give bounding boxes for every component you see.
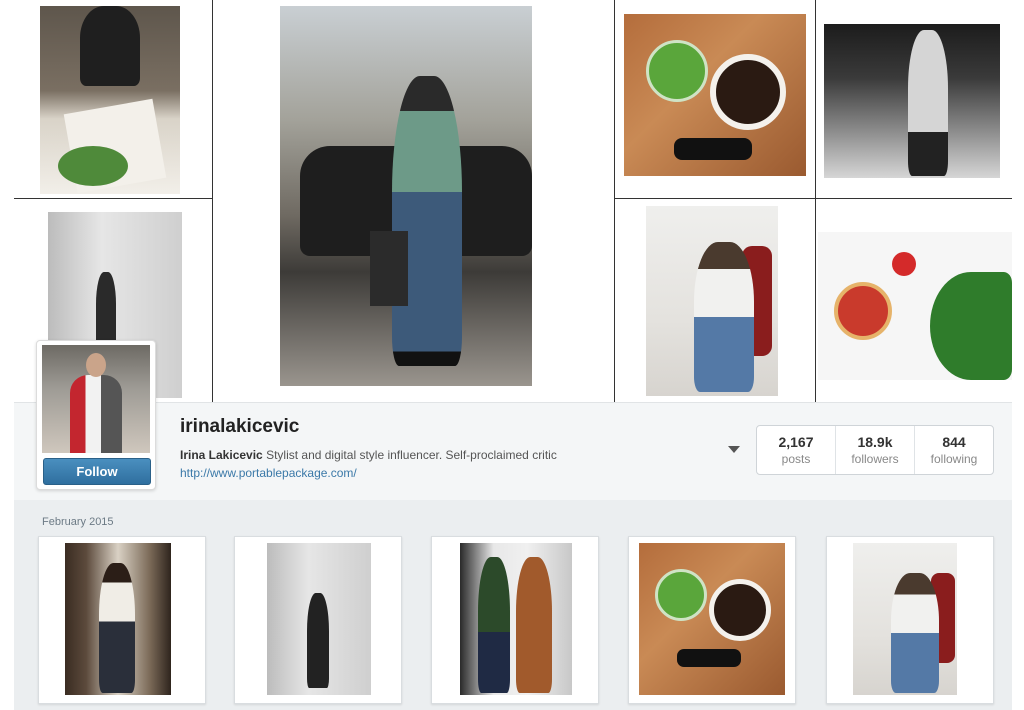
feed-photo-wall [267, 543, 371, 695]
feed-thumbnail[interactable] [628, 536, 796, 704]
profile-bio: Irina Lakicevic Stylist and digital styl… [180, 448, 557, 462]
profile-bio-text: Stylist and digital style influencer. Se… [266, 448, 557, 462]
stat-posts-value: 2,167 [778, 434, 814, 450]
model-figure-right [516, 557, 552, 693]
feed-photo-chair [853, 543, 957, 695]
grid-divider [614, 198, 1012, 199]
model-figure-left [478, 557, 510, 693]
juice-glass-shape [646, 40, 708, 102]
stat-following[interactable]: 844 following [915, 426, 993, 474]
cover-photo-street-style[interactable] [280, 6, 532, 386]
avatar-figure-shape [70, 375, 122, 453]
grid-divider [14, 198, 212, 199]
cover-photo-runway[interactable] [824, 24, 1000, 178]
stat-posts-label: posts [781, 452, 811, 466]
bag-shape [370, 231, 408, 306]
grid-divider [614, 0, 615, 402]
cover-photo-boots[interactable] [40, 6, 180, 194]
coffee-cup-shape [709, 579, 771, 641]
feed-photo-two-models [460, 543, 572, 695]
berry-glass-shape [892, 252, 916, 276]
avatar-head-shape [86, 353, 106, 377]
stat-followers-label: followers [851, 452, 899, 466]
seated-figure [891, 573, 939, 693]
juice-glass-shape [655, 569, 707, 621]
grid-divider [212, 0, 213, 402]
coffee-cup-shape [710, 54, 786, 130]
feed-thumbnail[interactable] [234, 536, 402, 704]
stat-followers-value: 18.9k [857, 434, 893, 450]
profile-stats: 2,167 posts 18.9k followers 844 followin… [756, 425, 994, 475]
feed-photo-elevator-selfie [65, 543, 171, 695]
walking-figure [307, 593, 329, 688]
feed-photo-coffee [639, 543, 785, 695]
profile-username: irinalakicevic [180, 416, 300, 437]
chevron-down-icon[interactable] [728, 446, 740, 453]
seated-figure [694, 242, 754, 392]
feed-thumbnail[interactable] [38, 536, 206, 704]
feed-month-label: February 2015 [42, 516, 114, 528]
cover-photo-coffee[interactable] [624, 14, 806, 176]
cover-photo-tart[interactable] [818, 232, 1012, 380]
stat-followers[interactable]: 18.9k followers [836, 426, 915, 474]
avatar[interactable] [42, 345, 150, 453]
woman-figure [392, 76, 462, 366]
sunglasses-shape [674, 138, 752, 160]
plant-shape [930, 272, 1012, 380]
stat-posts[interactable]: 2,167 posts [757, 426, 836, 474]
model-figure [908, 30, 948, 176]
selfie-figure [99, 563, 135, 693]
plant-shape [58, 146, 128, 186]
sunglasses-shape [677, 649, 741, 667]
profile-full-name: Irina Lakicevic [180, 448, 263, 462]
stat-following-value: 844 [942, 434, 966, 450]
profile-card: Follow [36, 340, 156, 490]
grid-divider [815, 0, 816, 402]
tart-shape [834, 282, 892, 340]
feed-thumbnail[interactable] [826, 536, 994, 704]
boots-shape [80, 6, 140, 86]
profile-website-link[interactable]: http://www.portablepackage.com/ [180, 466, 357, 480]
feed-thumbnail[interactable] [431, 536, 599, 704]
cover-photo-chair[interactable] [646, 206, 778, 396]
stat-following-label: following [930, 452, 978, 466]
follow-button[interactable]: Follow [43, 458, 151, 485]
